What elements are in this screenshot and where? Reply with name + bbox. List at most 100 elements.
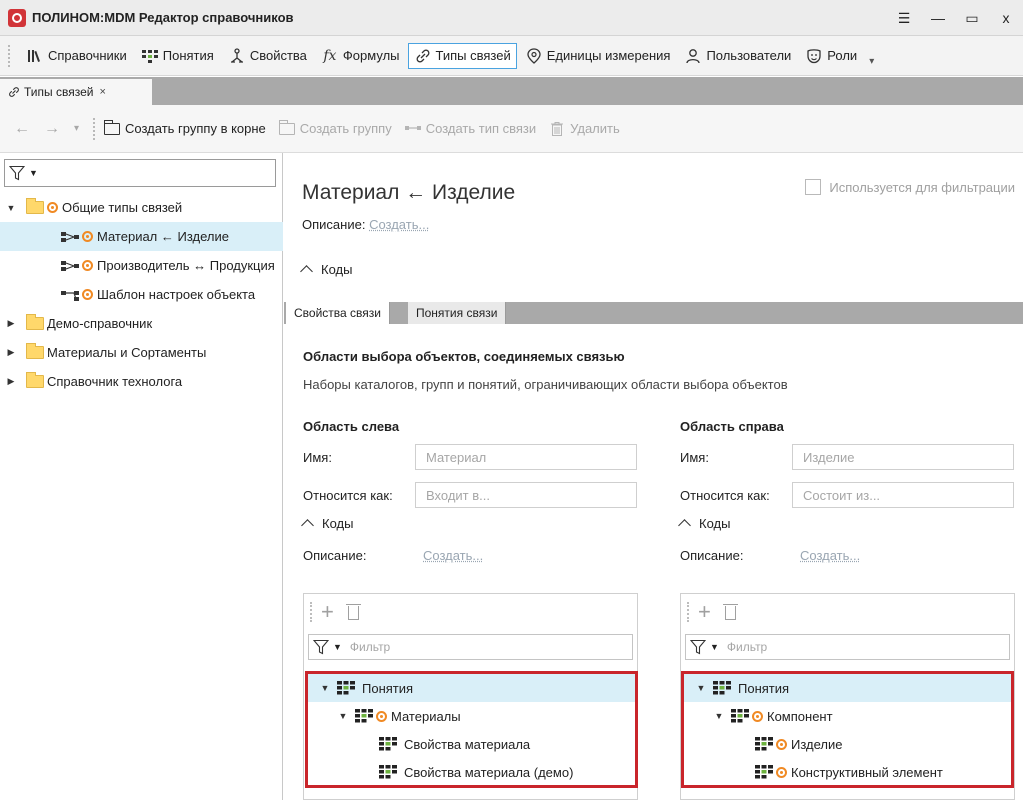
codes-toggle[interactable]: Коды	[300, 262, 352, 278]
app-title: ПОЛИНОМ:MDM Редактор справочников	[32, 10, 294, 25]
tree-item[interactable]: Шаблон настроек объекта	[0, 280, 283, 309]
left-codes-toggle[interactable]: Коды	[301, 516, 643, 532]
list-filter[interactable]: ▼ Фильтр	[685, 634, 1010, 660]
list-filter[interactable]: ▼ Фильтр	[308, 634, 633, 660]
toolbar-grip	[93, 117, 97, 140]
concept-icon	[712, 680, 732, 696]
trash-icon[interactable]	[345, 604, 361, 620]
close-tab-icon[interactable]: ×	[99, 86, 105, 98]
units-icon	[525, 47, 543, 65]
formula-icon: fx	[323, 47, 337, 64]
toolbar-button-users[interactable]: Пользователи	[678, 43, 797, 69]
concept-label: Понятия	[738, 680, 790, 696]
expand-right-icon[interactable]: ▶	[4, 347, 18, 358]
document-tab-strip: Типы связей ×	[0, 77, 1023, 105]
toolbar-button-directories[interactable]: Справочники	[20, 43, 133, 69]
concept-tree-item[interactable]: Свойства материала	[308, 730, 635, 758]
expand-down-icon[interactable]: ▼	[694, 683, 708, 693]
expand-down-icon[interactable]: ▼	[336, 711, 350, 721]
chevron-down-icon[interactable]: ▼	[710, 642, 719, 652]
maximize-button[interactable]: ▭	[955, 0, 989, 36]
concept-tree-item[interactable]: ▼ Понятия	[308, 674, 635, 702]
tree-item-label: Справочник технолога	[47, 374, 183, 389]
tree-filter[interactable]: ▼	[4, 159, 276, 187]
toolbar-grip[interactable]	[8, 44, 12, 67]
link-type-details: Материал ← Изделие Используется для филь…	[284, 153, 1023, 800]
left-name-input[interactable]: Материал	[415, 444, 637, 470]
create-description-link[interactable]: Создать...	[369, 217, 429, 232]
toolbar-overflow-icon[interactable]: ▾	[869, 56, 874, 67]
tree-item[interactable]: ▼ Общие типы связей	[0, 193, 283, 222]
concept-label: Свойства материала	[404, 736, 531, 752]
mask-icon	[805, 47, 823, 65]
concept-tree-item[interactable]: Свойства материала (демо)	[308, 758, 635, 786]
folder-outline-icon	[278, 119, 296, 136]
tree-item[interactable]: ▶ Демо-справочник	[0, 309, 283, 338]
toolbar-grip	[687, 602, 690, 622]
left-relation-field: Относится как: Входит в...	[303, 482, 643, 508]
user-icon	[684, 47, 702, 65]
create-description-link[interactable]: Создать...	[423, 548, 483, 563]
tree-item[interactable]: ▶ Материалы и Сортаменты	[0, 338, 283, 367]
tab-link-concepts[interactable]: Понятия связи	[408, 302, 507, 324]
funnel-icon	[689, 639, 707, 655]
left-relation-input[interactable]: Входит в...	[415, 482, 637, 508]
concept-tree-item[interactable]: ▼ Компонент	[684, 702, 1011, 730]
toolbar-button-concepts[interactable]: Понятия	[135, 43, 220, 69]
tab-link-types[interactable]: Типы связей ×	[0, 79, 152, 105]
create-description-link[interactable]: Создать...	[800, 548, 860, 563]
expand-down-icon[interactable]: ▼	[318, 683, 332, 693]
add-icon[interactable]: +	[321, 601, 334, 623]
list-toolbar: +	[681, 594, 1014, 630]
badge-icon	[47, 202, 58, 213]
forward-arrow-icon[interactable]: →	[44, 120, 60, 138]
history-dropdown-icon[interactable]: ▾	[74, 123, 79, 134]
concept-tree-item[interactable]: Конструктивный элемент	[684, 758, 1011, 786]
chevron-down-icon[interactable]: ▼	[29, 168, 38, 178]
badge-icon	[776, 766, 787, 778]
concept-tree-item[interactable]: Изделие	[684, 730, 1011, 758]
toolbar-label: Формулы	[342, 48, 400, 63]
properties-icon	[228, 47, 246, 65]
create-link-type-button[interactable]: Создать тип связи	[404, 121, 536, 136]
checkbox[interactable]	[805, 179, 822, 195]
link-icon	[8, 86, 20, 98]
tree-item[interactable]: ▶ Справочник технолога	[0, 367, 283, 396]
delete-button[interactable]: Удалить	[548, 121, 620, 136]
concept-tree-item[interactable]: ▼ Материалы	[308, 702, 635, 730]
chevron-up-icon	[678, 519, 691, 532]
trash-icon[interactable]	[722, 604, 738, 620]
create-group-button[interactable]: Создать группу	[278, 119, 392, 136]
toolbar-button-link-types[interactable]: Типы связей	[407, 42, 517, 69]
right-name-input[interactable]: Изделие	[792, 444, 1014, 470]
folder-icon	[26, 198, 44, 214]
expand-right-icon[interactable]: ▶	[4, 318, 18, 329]
concept-tree-item[interactable]: ▼ Понятия	[684, 674, 1011, 702]
create-root-group-button[interactable]: Создать группу в корне	[103, 119, 266, 136]
right-concepts-tree: ▼ Понятия ▼ Компонент Изделие Конструктивный …	[681, 671, 1014, 788]
tree-item-label: Материал ← Изделие	[97, 229, 229, 244]
right-relation-input[interactable]: Состоит из...	[792, 482, 1014, 508]
tree-item-label: Материалы и Сортаменты	[47, 345, 207, 360]
tab-link-properties[interactable]: Свойства связи	[286, 302, 390, 324]
toolbar-label: Единицы измерения	[546, 48, 671, 63]
filter-usage-checkbox[interactable]: Используется для фильтрации	[805, 179, 1015, 195]
toolbar-button-roles[interactable]: Роли	[799, 43, 863, 69]
chevron-down-icon[interactable]: ▼	[333, 642, 342, 652]
expand-down-icon[interactable]: ▼	[4, 203, 18, 213]
button-label: Создать группу	[299, 121, 392, 136]
menu-icon[interactable]: ☰	[887, 0, 921, 36]
back-arrow-icon[interactable]: ←	[14, 120, 30, 138]
right-codes-toggle[interactable]: Коды	[678, 516, 1020, 532]
tree-item[interactable]: Материал ← Изделие	[0, 222, 283, 251]
close-button[interactable]: x	[989, 0, 1023, 36]
expand-down-icon[interactable]: ▼	[712, 711, 726, 721]
expand-right-icon[interactable]: ▶	[4, 376, 18, 387]
add-icon[interactable]: +	[698, 601, 711, 623]
minimize-button[interactable]: —	[921, 0, 955, 36]
tree-item[interactable]: Производитель ↔ Продукция	[0, 251, 283, 280]
toolbar-button-formulas[interactable]: fx Формулы	[315, 43, 406, 69]
toolbar-button-properties[interactable]: Свойства	[222, 43, 313, 69]
toolbar-button-units[interactable]: Единицы измерения	[519, 43, 677, 69]
books-icon	[26, 47, 44, 65]
